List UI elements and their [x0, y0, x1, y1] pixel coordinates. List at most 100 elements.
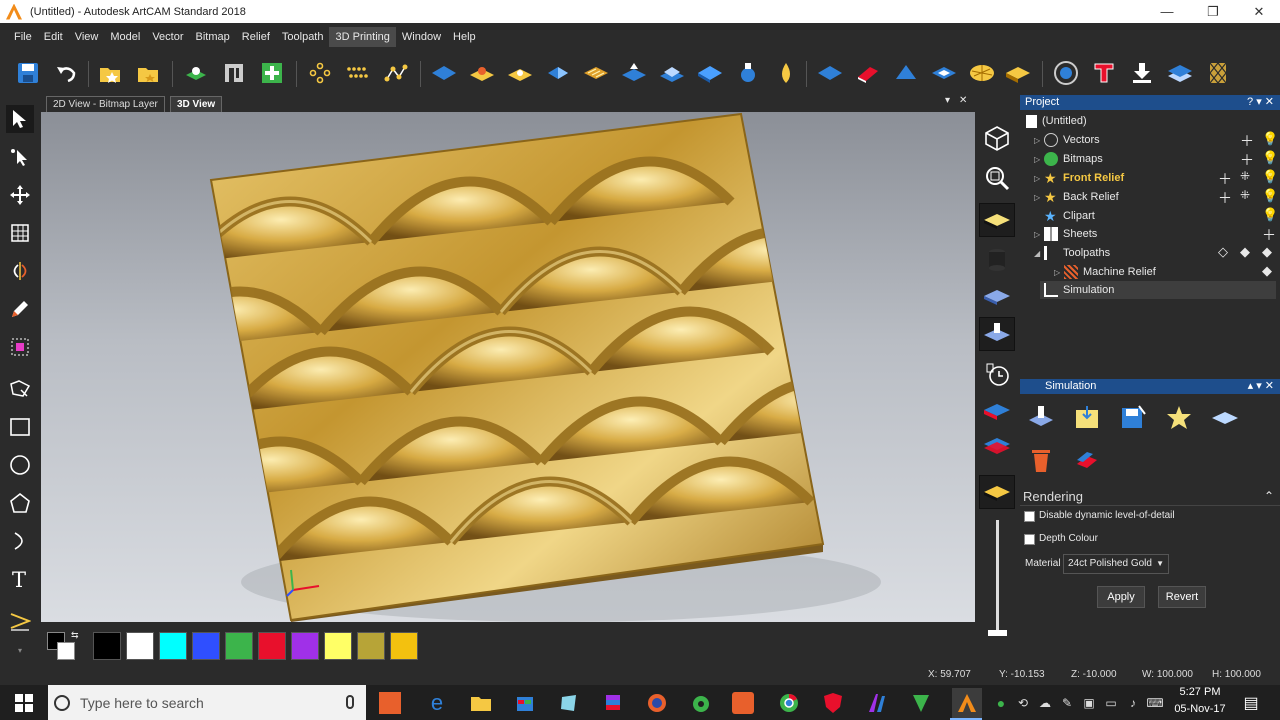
expand-arrow-icon[interactable]: ▷ — [1034, 174, 1044, 183]
simulate-toolpath-icon[interactable] — [1026, 403, 1056, 433]
minimize-button[interactable]: — — [1144, 0, 1190, 23]
polyline-draw-icon[interactable] — [6, 375, 34, 403]
simulate-block-icon[interactable] — [1072, 403, 1102, 433]
tree-item-sheets[interactable]: ▷ Sheets — [1034, 225, 1097, 243]
revert-button[interactable]: Revert — [1158, 586, 1206, 608]
glass-app-icon[interactable] — [556, 690, 582, 716]
tree-item-front-relief[interactable]: ▷ ★ Front Relief — [1034, 169, 1124, 187]
z-slider-track[interactable] — [996, 520, 999, 630]
pen-tray-icon[interactable]: ✎ — [1058, 690, 1076, 716]
stack-layers-icon[interactable] — [1166, 59, 1194, 87]
colour-swatch[interactable] — [258, 632, 286, 660]
project-header-icons[interactable]: ? ▾ ✕ — [1247, 95, 1274, 110]
zoom-fit-icon[interactable] — [979, 161, 1015, 195]
mirror-icon[interactable] — [6, 257, 34, 285]
save-simulation-icon[interactable] — [1118, 403, 1148, 433]
back-relief-add-icon[interactable]: ＋ — [1218, 188, 1232, 208]
open-folder-star-icon[interactable] — [96, 59, 124, 87]
undo-icon[interactable] — [52, 59, 80, 87]
eraser-block-icon[interactable] — [1072, 445, 1102, 475]
tray-network-share-icon[interactable]: ⟲ — [1014, 690, 1032, 716]
fusion-app-icon[interactable] — [864, 690, 890, 716]
vectors-bulb-icon[interactable]: 💡 — [1262, 131, 1278, 147]
tree-item-toolpaths[interactable]: ◢ Toolpaths — [1034, 244, 1110, 262]
scale-icon[interactable] — [6, 219, 34, 247]
cutter-icon[interactable] — [734, 59, 762, 87]
back-relief-bulb-icon[interactable]: 💡 — [1262, 188, 1278, 204]
pen-icon[interactable] — [6, 295, 34, 323]
gold-plate-view-icon[interactable] — [979, 475, 1015, 509]
tray-app-icon[interactable]: ● — [992, 690, 1010, 716]
sheets-add-icon[interactable]: ＋ — [1262, 225, 1276, 245]
delete-simulation-icon[interactable] — [1026, 445, 1056, 475]
blue-block-icon[interactable] — [696, 59, 724, 87]
clock-date[interactable]: 05-Nov-17 — [1172, 703, 1228, 715]
layered-plate-icon[interactable] — [658, 59, 686, 87]
menu-window[interactable]: Window — [396, 27, 447, 47]
move-icon[interactable] — [6, 181, 34, 209]
app-orange-icon[interactable] — [379, 692, 401, 714]
orange-app-icon[interactable] — [732, 692, 754, 714]
polyline-icon[interactable] — [382, 59, 410, 87]
front-relief-grid-icon[interactable]: ⁜ — [1240, 169, 1250, 183]
blue-box-up-icon[interactable] — [620, 59, 648, 87]
paint-select-icon[interactable] — [6, 333, 34, 361]
node-edit-icon[interactable] — [6, 143, 34, 171]
colour-swatch[interactable] — [390, 632, 418, 660]
menu-vector[interactable]: Vector — [146, 27, 189, 47]
file-explorer-icon[interactable] — [468, 690, 494, 716]
blue-diamond-icon[interactable] — [816, 59, 844, 87]
relief-layer-icon[interactable] — [182, 59, 210, 87]
orange-plate-icon[interactable] — [468, 59, 496, 87]
circle-icon[interactable] — [6, 451, 34, 479]
store-icon[interactable] — [512, 690, 538, 716]
bitmaps-add-icon[interactable]: ＋ — [1240, 150, 1254, 170]
simulation-star-icon[interactable] — [1164, 403, 1194, 433]
vectors-add-icon[interactable]: ＋ — [1240, 131, 1254, 151]
windows-start-icon[interactable] — [11, 690, 37, 716]
blue-flat-icon[interactable] — [930, 59, 958, 87]
texture-plate-icon[interactable] — [582, 59, 610, 87]
menu-file[interactable]: File — [8, 27, 38, 47]
chevron-down-icon[interactable]: ▾ — [6, 643, 34, 657]
toolpaths-tooth-outline-icon[interactable]: ◇ — [1218, 244, 1228, 260]
taskbar-search[interactable]: Type here to search — [48, 685, 366, 720]
menu-help[interactable]: Help — [447, 27, 482, 47]
front-relief-bulb-icon[interactable]: 💡 — [1262, 169, 1278, 185]
colour-swatch[interactable] — [291, 632, 319, 660]
colour-swatch[interactable] — [324, 632, 352, 660]
rendering-collapse-icon[interactable]: ⌃ — [1264, 489, 1274, 503]
maximize-button[interactable]: ❐ — [1190, 0, 1236, 23]
toolpaths-tooth-alt-icon[interactable]: ◆ — [1262, 244, 1272, 260]
add-icon[interactable] — [258, 59, 286, 87]
drop-icon[interactable] — [772, 59, 800, 87]
tree-item-machine-relief[interactable]: ▷ Machine Relief — [1054, 263, 1156, 281]
text-tool-icon[interactable] — [1090, 59, 1118, 87]
tree-item-clipart[interactable]: ★ Clipart — [1044, 207, 1095, 225]
clock-cutter-icon[interactable] — [979, 357, 1015, 391]
shield-icon[interactable] — [820, 690, 846, 716]
rectangle-icon[interactable] — [6, 413, 34, 441]
select-arrow-icon[interactable] — [6, 105, 34, 133]
expand-arrow-icon[interactable]: ▷ — [1054, 268, 1064, 277]
android-app-icon[interactable] — [688, 690, 714, 716]
yellow-box-icon[interactable] — [1004, 59, 1032, 87]
yellow-plane-view-icon[interactable] — [979, 203, 1015, 237]
cube-view-icon[interactable] — [979, 121, 1015, 155]
keyboard-layout-icon[interactable]: ⌨ — [1146, 690, 1164, 716]
menu-toolpath[interactable]: Toolpath — [276, 27, 330, 47]
expand-arrow-icon[interactable]: ▷ — [1034, 136, 1044, 145]
clock-time[interactable]: 5:27 PM — [1172, 686, 1228, 698]
disable-lod-checkbox[interactable] — [1024, 511, 1035, 522]
simulation-header-icons[interactable]: ▴ ▾ ✕ — [1248, 379, 1274, 394]
frame-icon[interactable] — [220, 59, 248, 87]
vector-tool-icon[interactable] — [6, 607, 34, 635]
notifications-icon[interactable]: ▤ — [1238, 690, 1264, 716]
blue-stack-icon[interactable] — [979, 393, 1015, 427]
expand-arrow-icon[interactable]: ▷ — [1034, 155, 1044, 164]
swap-colours-icon[interactable]: ⇆ — [71, 630, 79, 641]
download-icon[interactable] — [1128, 59, 1156, 87]
onedrive-icon[interactable]: ☁ — [1036, 690, 1054, 716]
depth-colour-checkbox[interactable] — [1024, 534, 1035, 545]
circle-tool-icon[interactable] — [1052, 59, 1080, 87]
